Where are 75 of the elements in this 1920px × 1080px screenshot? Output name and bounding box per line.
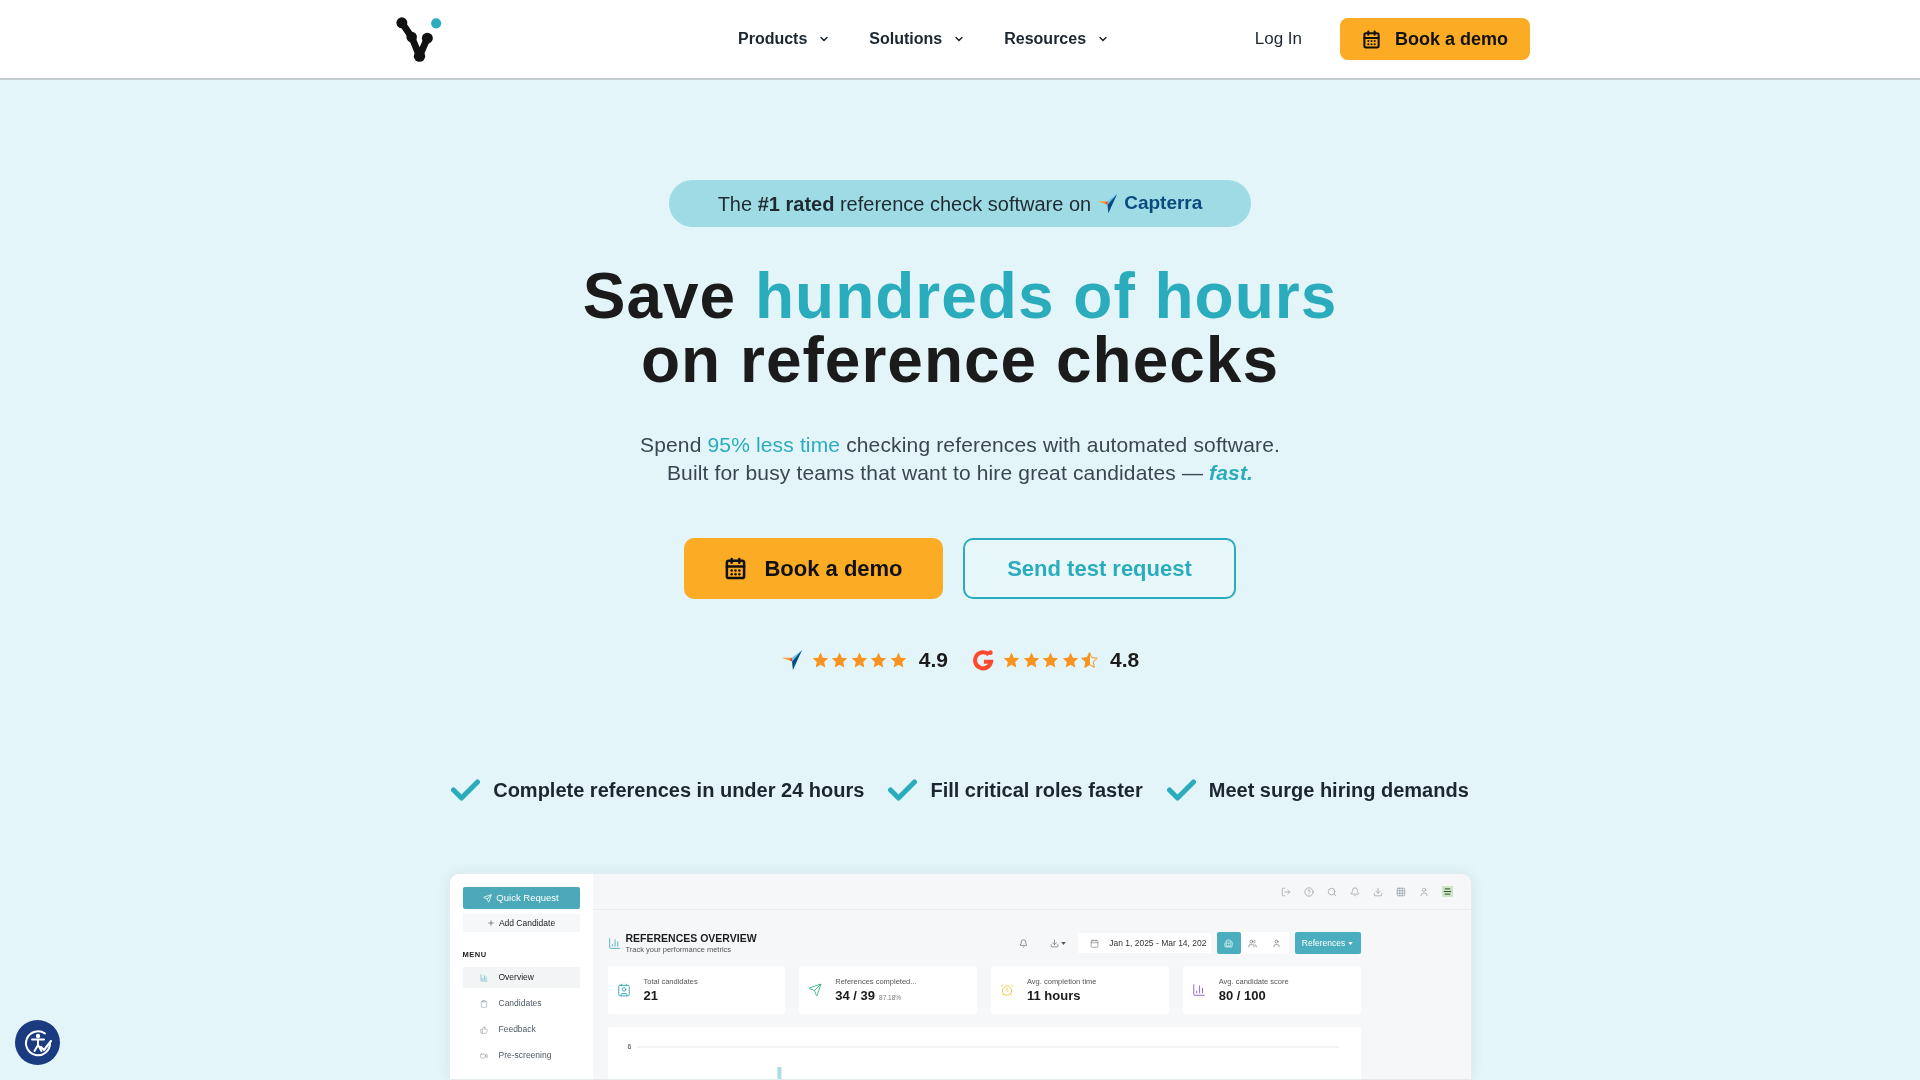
exit-icon[interactable] bbox=[1280, 886, 1291, 897]
stat-value: 80 / 100 bbox=[1218, 986, 1266, 1004]
chart-icon bbox=[607, 936, 621, 950]
bell-icon[interactable] bbox=[1349, 886, 1360, 897]
hero-subtitle: Spend 95% less time checking references with automated software. Built for busy teams that want to hire great candidates — fast. bbox=[640, 432, 1280, 486]
star-icon bbox=[850, 652, 868, 668]
check-icon bbox=[1166, 779, 1196, 801]
check-icon bbox=[451, 779, 481, 801]
star-icon bbox=[1022, 652, 1040, 668]
hero-heading: Save hundreds of hours on reference checks bbox=[582, 264, 1338, 392]
thumbs-up-icon bbox=[479, 1025, 488, 1034]
book-demo-button[interactable]: Book a demo bbox=[684, 538, 943, 599]
paper-plane-icon bbox=[808, 983, 823, 997]
rating-score: 4.8 bbox=[1110, 647, 1140, 674]
date-range-field[interactable]: Jan 1, 2025 - Mar 14, 202 bbox=[1078, 933, 1211, 953]
help-icon[interactable] bbox=[1303, 886, 1314, 897]
benefit-text: Fill critical roles faster bbox=[930, 778, 1143, 803]
stat-value: 21 bbox=[643, 986, 658, 1004]
download-icon[interactable] bbox=[1372, 886, 1383, 897]
star-icon bbox=[1061, 652, 1079, 668]
star-icon bbox=[1081, 652, 1098, 668]
calendar-icon bbox=[1090, 938, 1100, 948]
rating-score: 4.9 bbox=[918, 647, 948, 674]
user-icon bbox=[1272, 938, 1281, 948]
alarm-clock-icon bbox=[1000, 983, 1014, 997]
calendar-icon bbox=[1362, 29, 1381, 49]
sidebar-menu-item[interactable]: Feedback bbox=[462, 1019, 580, 1040]
nav-menu-item[interactable]: Resources bbox=[1004, 27, 1110, 51]
user-icon[interactable] bbox=[1418, 886, 1429, 897]
star-icon bbox=[1003, 652, 1020, 668]
sidebar-menu-item[interactable]: Pre-screening bbox=[462, 1045, 580, 1066]
caret-icon bbox=[1061, 941, 1067, 945]
stat-value: 11 hours bbox=[1027, 986, 1081, 1004]
arrow-logo-icon bbox=[1097, 193, 1119, 214]
download-icon bbox=[1050, 938, 1060, 948]
benefit-text: Complete references in under 24 hours bbox=[493, 778, 865, 803]
bar-chart-icon bbox=[1191, 983, 1206, 997]
login-link[interactable]: Log In bbox=[1254, 26, 1302, 52]
view-toggle-button[interactable] bbox=[1216, 932, 1241, 954]
sidebar-menu-item[interactable]: Candidates bbox=[462, 993, 580, 1014]
search-icon[interactable] bbox=[1326, 886, 1337, 897]
video-icon bbox=[479, 1051, 488, 1060]
bell-icon[interactable] bbox=[1019, 938, 1029, 948]
nav-menu-item[interactable]: Products bbox=[738, 27, 831, 51]
molecule-logo-icon[interactable] bbox=[396, 15, 443, 63]
dashboard-title: REFERENCES OVERVIEW bbox=[625, 931, 757, 945]
star-icon bbox=[831, 652, 849, 668]
contact-card-icon bbox=[616, 983, 631, 997]
sidebar-menu-item[interactable]: Overview bbox=[462, 967, 580, 988]
caret-icon bbox=[1348, 941, 1354, 945]
accessibility-button[interactable] bbox=[15, 1020, 60, 1065]
brand-wordmark: Capterra bbox=[1124, 191, 1203, 216]
chart-icon bbox=[479, 973, 488, 982]
download-menu-button[interactable] bbox=[1050, 938, 1067, 948]
book-demo-button[interactable]: Book a demo bbox=[1340, 18, 1530, 60]
paper-plane-icon bbox=[483, 893, 493, 903]
star-icon bbox=[1042, 652, 1059, 668]
stat-value: 34 / 39 bbox=[835, 986, 875, 1004]
building-icon bbox=[1224, 938, 1233, 948]
clipboard-icon bbox=[479, 999, 488, 1008]
star-icon bbox=[889, 652, 907, 668]
add-candidate-button[interactable]: Add Candidate bbox=[462, 914, 580, 932]
plus-icon bbox=[486, 919, 495, 927]
star-icon bbox=[811, 652, 829, 668]
users-icon bbox=[1248, 938, 1257, 948]
ring-logo-icon bbox=[972, 649, 994, 671]
nav-menu-item[interactable]: Solutions bbox=[869, 27, 966, 51]
badge-text: The #1 rated reference check software on bbox=[717, 191, 1092, 217]
calendar-icon bbox=[724, 557, 748, 580]
accessibility-icon bbox=[22, 1027, 53, 1058]
star-icon bbox=[870, 652, 888, 668]
check-icon bbox=[888, 779, 918, 801]
avatar-icon[interactable] bbox=[1441, 886, 1453, 897]
benefit-text: Meet surge hiring demands bbox=[1208, 778, 1469, 803]
grid-icon[interactable] bbox=[1395, 886, 1406, 897]
